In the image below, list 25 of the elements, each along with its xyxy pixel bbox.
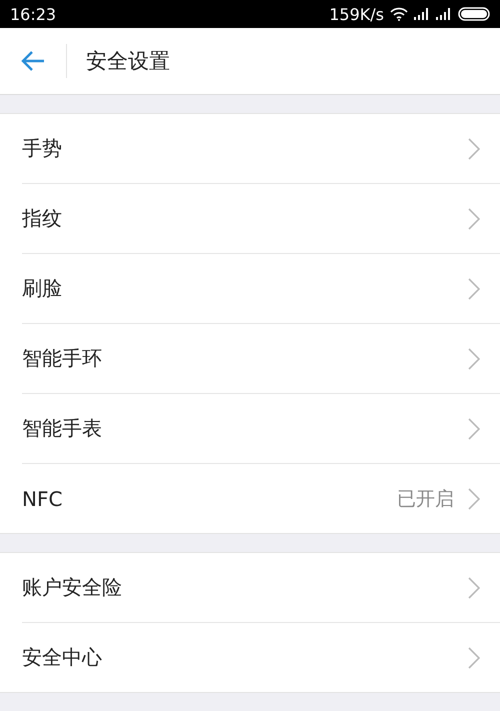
- chevron-icon: [468, 488, 480, 510]
- network-speed: 159K/s: [329, 4, 384, 24]
- signal-icon: [414, 8, 430, 20]
- settings-row[interactable]: 智能手环: [22, 323, 500, 393]
- battery-icon: [458, 7, 490, 21]
- signal-icon: [436, 8, 452, 20]
- settings-row[interactable]: 刷脸: [22, 253, 500, 323]
- settings-row[interactable]: 智能手表: [22, 393, 500, 463]
- chevron-icon: [468, 278, 480, 300]
- settings-row[interactable]: NFC 已开启: [22, 463, 500, 533]
- chevron-icon: [468, 576, 480, 598]
- settings-row[interactable]: 安全中心: [22, 622, 500, 692]
- status-value: 已开启: [397, 486, 454, 512]
- settings-row[interactable]: 指纹: [22, 183, 500, 253]
- chevron-icon: [468, 208, 480, 230]
- clock-time: 16:23: [10, 4, 56, 24]
- wifi-icon: [390, 7, 408, 21]
- chevron-icon: [468, 348, 480, 370]
- chevron-icon: [468, 646, 480, 668]
- settings-row[interactable]: 手势: [22, 114, 500, 183]
- settings-row[interactable]: 账户安全险: [22, 553, 500, 622]
- back-arrow-icon: [21, 51, 45, 71]
- chevron-icon: [468, 138, 480, 160]
- chevron-icon: [468, 418, 480, 440]
- page-title: 安全设置: [86, 48, 170, 75]
